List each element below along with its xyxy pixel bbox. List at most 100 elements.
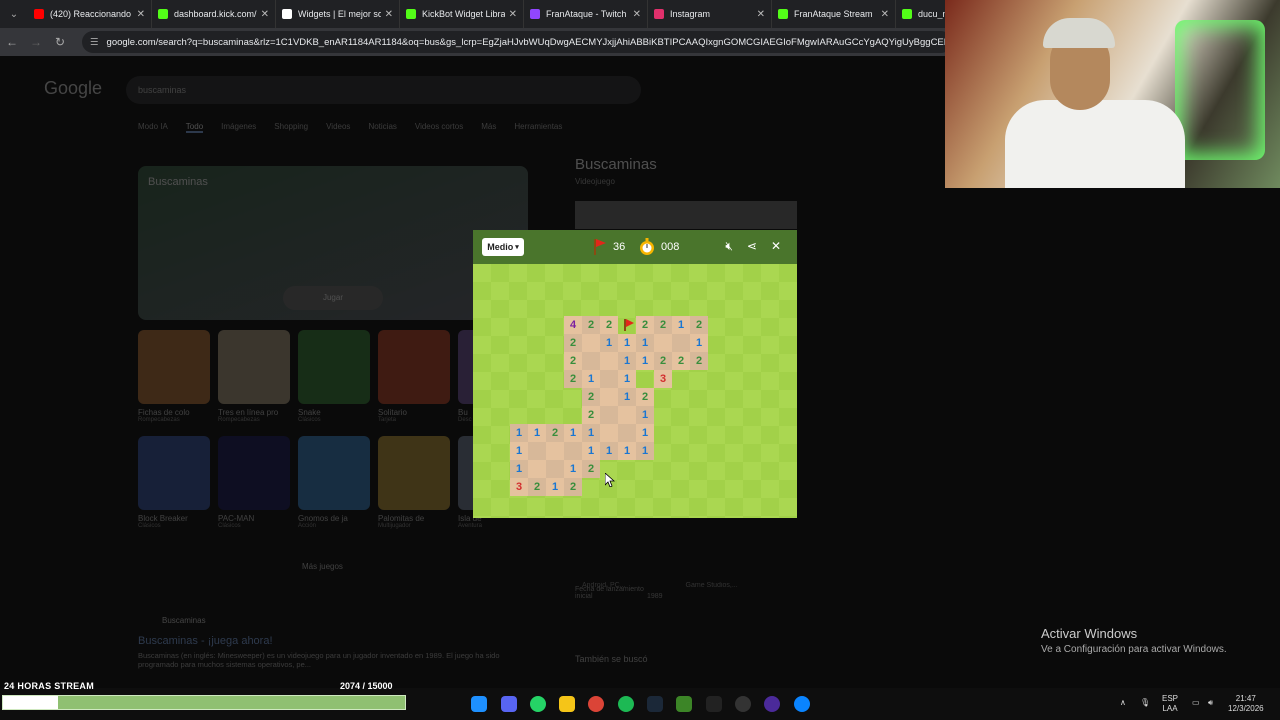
tab-close-icon[interactable]: ✕	[633, 9, 641, 20]
minecraft-icon[interactable]	[676, 696, 692, 712]
tray-chevron-icon[interactable]: ∧	[1120, 698, 1126, 708]
browser-tab[interactable]: Instagram ✕	[648, 0, 772, 28]
number-cell[interactable]: 1	[618, 370, 636, 388]
number-cell[interactable]: 2	[690, 352, 708, 370]
empty-cell[interactable]	[582, 334, 600, 352]
number-cell[interactable]: 2	[636, 388, 654, 406]
search-tab[interactable]: Videos cortos	[415, 122, 463, 133]
flagged-cell[interactable]	[618, 316, 636, 334]
number-cell[interactable]: 1	[510, 442, 528, 460]
reload-icon[interactable]: ↻	[48, 35, 72, 49]
game-thumbnail[interactable]: Gnomos de ja Acción	[298, 436, 370, 529]
number-cell[interactable]: 1	[600, 334, 618, 352]
search-tab[interactable]: Herramientas	[514, 122, 562, 133]
search-tab[interactable]: Noticias	[368, 122, 396, 133]
browser-tab[interactable]: FranAtaque - Twitch ✕	[524, 0, 648, 28]
edge-icon[interactable]	[794, 696, 810, 712]
number-cell[interactable]: 1	[690, 334, 708, 352]
number-cell[interactable]: 1	[618, 388, 636, 406]
number-cell[interactable]: 2	[564, 352, 582, 370]
app-icon[interactable]	[764, 696, 780, 712]
network-icon[interactable]: ▭	[1192, 698, 1200, 708]
number-cell[interactable]: 2	[528, 478, 546, 496]
volume-icon[interactable]: 🔊︎	[1208, 698, 1213, 708]
empty-cell[interactable]	[546, 460, 564, 478]
number-cell[interactable]: 2	[582, 460, 600, 478]
game-thumbnail[interactable]: Palomitas de Multijugador	[378, 436, 450, 529]
game-thumbnail[interactable]: Fichas de colo Rompecabezas	[138, 330, 210, 423]
game-board[interactable]: 4222212211112112222113212211121111111111…	[473, 264, 797, 518]
result-title-link[interactable]: Buscaminas - ¡juega ahora!	[138, 635, 538, 647]
number-cell[interactable]: 1	[546, 478, 564, 496]
number-cell[interactable]: 2	[582, 406, 600, 424]
epic-games-icon[interactable]	[706, 696, 722, 712]
more-games-link[interactable]: Más juegos	[302, 562, 343, 571]
number-cell[interactable]: 1	[528, 424, 546, 442]
share-icon[interactable]: ⋖	[747, 239, 757, 254]
number-cell[interactable]: 1	[636, 442, 654, 460]
number-cell[interactable]: 2	[636, 316, 654, 334]
game-thumbnail[interactable]: Solitario Tarjeta	[378, 330, 450, 423]
number-cell[interactable]: 2	[546, 424, 564, 442]
number-cell[interactable]: 1	[618, 352, 636, 370]
number-cell[interactable]: 2	[564, 370, 582, 388]
empty-cell[interactable]	[600, 424, 618, 442]
number-cell[interactable]: 1	[510, 424, 528, 442]
number-cell[interactable]: 2	[564, 334, 582, 352]
google-logo[interactable]: Google	[44, 78, 102, 99]
empty-cell[interactable]	[618, 424, 636, 442]
tab-close-icon[interactable]: ✕	[261, 9, 269, 20]
number-cell[interactable]: 4	[564, 316, 582, 334]
discord-icon[interactable]	[501, 696, 517, 712]
tab-close-icon[interactable]: ✕	[137, 9, 145, 20]
whatsapp-icon[interactable]	[530, 696, 546, 712]
back-icon[interactable]: ←	[0, 35, 24, 49]
browser-tab[interactable]: Widgets | El mejor so ✕	[276, 0, 400, 28]
chrome-icon[interactable]	[588, 696, 604, 712]
game-thumbnail[interactable]: PAC-MAN Clásicos	[218, 436, 290, 529]
number-cell[interactable]: 1	[564, 424, 582, 442]
empty-cell[interactable]	[564, 442, 582, 460]
search-tab[interactable]: Modo IA	[138, 122, 168, 133]
search-tab[interactable]: Más	[481, 122, 496, 133]
search-tab[interactable]: Todo	[185, 122, 204, 133]
number-cell[interactable]: 1	[672, 316, 690, 334]
address-bar[interactable]: ☰ google.com/search?q=buscaminas&rlz=1C1…	[82, 31, 952, 53]
forward-icon[interactable]: →	[24, 35, 48, 49]
microphone-icon[interactable]: 🎙︎	[1140, 698, 1150, 708]
game-thumbnail[interactable]: Snake Clásicos	[298, 330, 370, 423]
number-cell[interactable]: 1	[564, 460, 582, 478]
file-explorer-icon[interactable]	[559, 696, 575, 712]
tab-close-icon[interactable]: ✕	[385, 9, 393, 20]
number-cell[interactable]: 2	[564, 478, 582, 496]
empty-cell[interactable]	[528, 442, 546, 460]
number-cell[interactable]: 1	[618, 334, 636, 352]
number-cell[interactable]: 2	[582, 388, 600, 406]
number-cell[interactable]: 2	[582, 316, 600, 334]
number-cell[interactable]: 2	[672, 352, 690, 370]
empty-cell[interactable]	[600, 406, 618, 424]
number-cell[interactable]: 1	[582, 370, 600, 388]
search-tab[interactable]: Imágenes	[221, 122, 256, 133]
empty-cell[interactable]	[546, 442, 564, 460]
number-cell[interactable]: 1	[618, 442, 636, 460]
minesweeper-card[interactable]: Buscaminas Jugar	[138, 166, 528, 320]
difficulty-dropdown[interactable]: Medio ▾	[482, 238, 524, 256]
number-cell[interactable]: 1	[636, 334, 654, 352]
number-cell[interactable]: 3	[654, 370, 672, 388]
clock[interactable]: 21:47 12/3/2026	[1228, 694, 1264, 714]
empty-cell[interactable]	[672, 334, 690, 352]
number-cell[interactable]: 1	[600, 442, 618, 460]
number-cell[interactable]: 2	[690, 316, 708, 334]
sound-off-icon[interactable]: 🔇︎	[725, 239, 733, 254]
empty-cell[interactable]	[600, 352, 618, 370]
number-cell[interactable]: 2	[654, 316, 672, 334]
number-cell[interactable]: 3	[510, 478, 528, 496]
search-tab[interactable]: Videos	[326, 122, 350, 133]
browser-tab[interactable]: FranAtaque Stream ✕	[772, 0, 896, 28]
number-cell[interactable]: 1	[582, 424, 600, 442]
language-indicator[interactable]: ESP LAA	[1162, 694, 1178, 714]
empty-cell[interactable]	[618, 406, 636, 424]
steam-icon[interactable]	[647, 696, 663, 712]
empty-cell[interactable]	[600, 370, 618, 388]
